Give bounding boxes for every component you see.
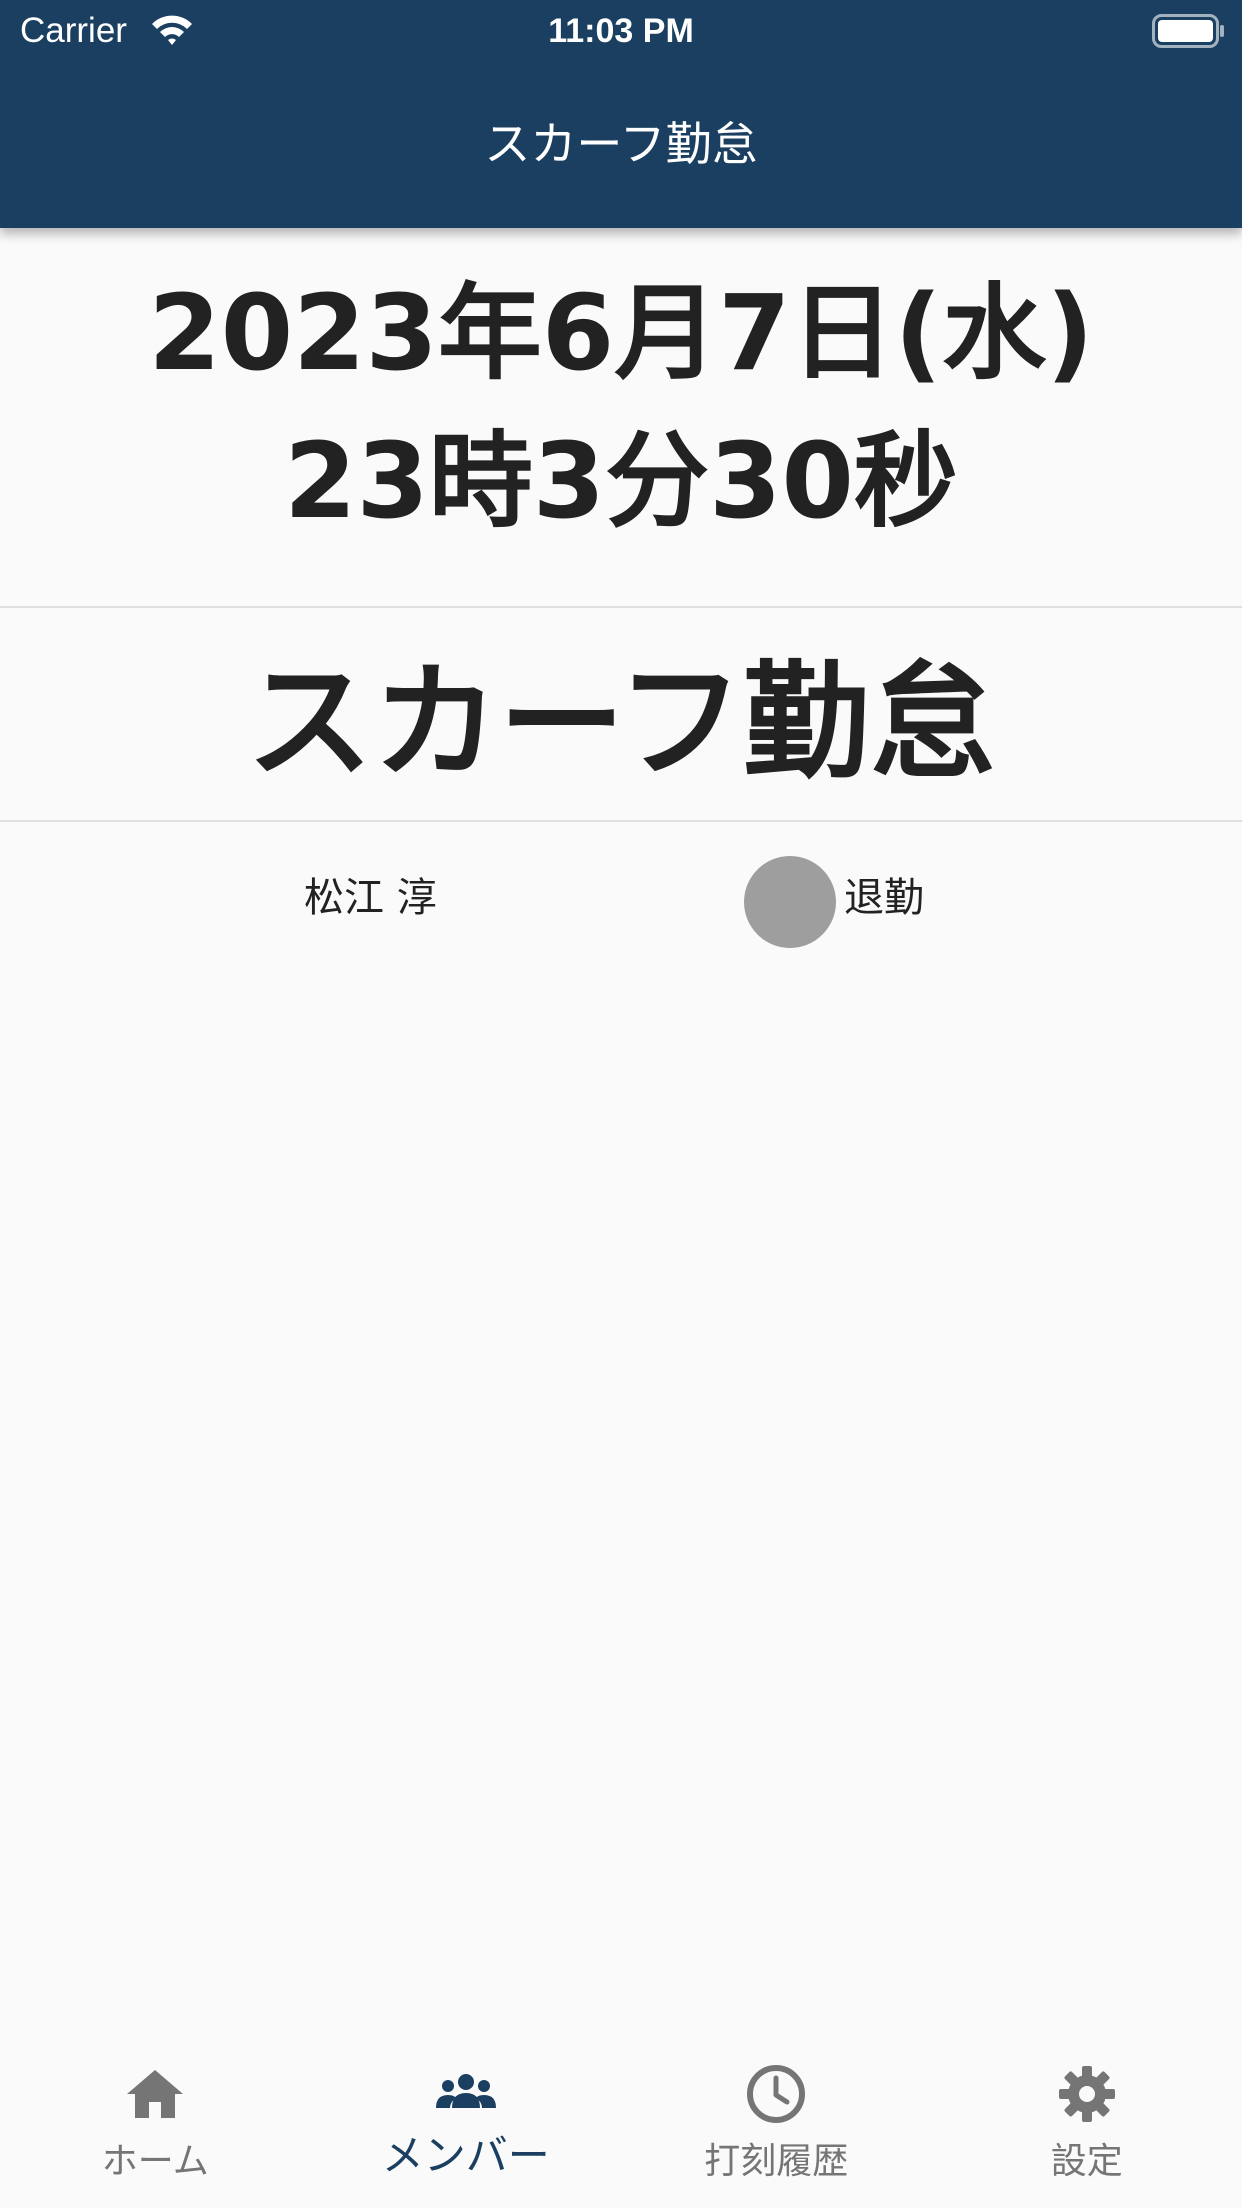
current-time: 23時3分30秒 [284, 420, 958, 542]
status-bar: Carrier 11:03 PM [0, 0, 1242, 62]
nav-home[interactable]: ホーム [0, 2032, 311, 2208]
nav-history-label: 打刻履歴 [704, 2141, 849, 2182]
status-time: 11:03 PM [548, 12, 694, 50]
gear-icon [1058, 2066, 1115, 2122]
member-status: 退勤 [844, 875, 924, 921]
member-row[interactable]: 松江 淳 退勤 [0, 822, 1242, 982]
nav-history[interactable]: 打刻履歴 [621, 2032, 932, 2208]
current-date: 2023年6月7日(水) [148, 272, 1094, 394]
title-section: スカーフ勤怠 [0, 608, 1242, 822]
main-title: スカーフ勤怠 [246, 649, 996, 796]
nav-members[interactable]: メンバー [311, 2032, 622, 2208]
nav-home-label: ホーム [101, 2141, 209, 2182]
bottom-navigation: ホーム メンバー 打刻履歴 設定 [0, 2032, 1242, 2208]
app-bar-title: スカーフ勤怠 [484, 117, 758, 171]
member-name: 松江 淳 [304, 875, 437, 921]
clock-section: 2023年6月7日(水) 23時3分30秒 [0, 228, 1242, 608]
battery-icon [1152, 14, 1224, 48]
status-indicator [744, 856, 836, 948]
home-icon [127, 2070, 184, 2118]
app-screen: Carrier 11:03 PM スカーフ勤怠 2023年6月7日(水) 23時… [0, 0, 1242, 2208]
header: Carrier 11:03 PM スカーフ勤怠 [0, 0, 1242, 228]
clock-icon [747, 2065, 806, 2123]
nav-settings-label: 設定 [1050, 2141, 1123, 2182]
member-list: 松江 淳 退勤 [0, 822, 1242, 982]
nav-settings[interactable]: 設定 [932, 2032, 1242, 2208]
nav-members-label: メンバー [381, 2131, 550, 2180]
users-icon [435, 2074, 496, 2108]
